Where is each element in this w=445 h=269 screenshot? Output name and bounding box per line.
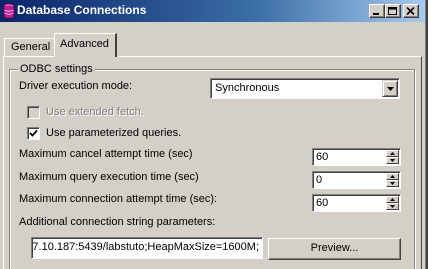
database-connections-dialog: Database Connections General Advanced OD…	[0, 0, 428, 269]
parameterized-queries-checkbox[interactable]	[27, 127, 40, 140]
extended-fetch-label: Use extended fetch.	[46, 106, 144, 118]
cancel-time-value: 60	[316, 151, 329, 163]
arrow-down-icon	[390, 159, 395, 162]
driver-mode-dropdown-button[interactable]	[382, 80, 398, 97]
additional-params-value: 7.10.187:5439/labstuto;HeapMaxSize=1600M…	[32, 241, 259, 253]
odbc-settings-title: ODBC settings	[18, 63, 95, 75]
parameterized-queries-label: Use parameterized queries.	[46, 127, 182, 139]
extended-fetch-checkbox[interactable]	[27, 106, 40, 119]
cancel-time-increment[interactable]	[386, 150, 399, 157]
maximize-icon	[388, 7, 397, 15]
query-time-value: 0	[316, 174, 323, 186]
preview-button-label: Preview...	[310, 242, 359, 254]
arrow-down-icon	[390, 182, 395, 185]
query-time-label: Maximum query execution time (sec)	[19, 171, 199, 183]
close-button[interactable]	[403, 4, 419, 18]
tab-advanced-label: Advanced	[60, 38, 109, 50]
query-time-decrement[interactable]	[386, 180, 399, 187]
minimize-icon	[373, 13, 379, 15]
arrow-down-icon	[390, 205, 395, 208]
tab-general[interactable]: General	[4, 38, 55, 56]
close-icon	[406, 7, 415, 16]
desktop-background	[428, 0, 445, 269]
cancel-time-spinner[interactable]: 60	[312, 148, 401, 166]
additional-params-input[interactable]: 7.10.187:5439/labstuto;HeapMaxSize=1600M…	[31, 237, 263, 259]
arrow-up-icon	[390, 198, 395, 201]
tab-general-label: General	[11, 41, 51, 53]
query-time-increment[interactable]	[386, 173, 399, 180]
window-title: Database Connections	[17, 3, 147, 17]
tab-advanced[interactable]: Advanced	[54, 33, 117, 57]
arrow-up-icon	[390, 175, 395, 178]
cancel-time-decrement[interactable]	[386, 157, 399, 164]
maximize-button[interactable]	[385, 4, 401, 18]
connection-time-label: Maximum connection attempt time (sec):	[19, 193, 218, 205]
connection-time-increment[interactable]	[386, 196, 399, 203]
arrow-up-icon	[390, 152, 395, 155]
query-time-spinner[interactable]: 0	[312, 171, 401, 189]
connection-time-value: 60	[316, 197, 329, 209]
connection-time-spinner[interactable]: 60	[312, 194, 401, 212]
preview-button[interactable]: Preview...	[268, 238, 401, 260]
minimize-button[interactable]	[369, 4, 385, 18]
driver-mode-label: Driver execution mode:	[19, 80, 133, 92]
database-icon	[3, 3, 15, 19]
checkmark-icon	[29, 129, 38, 137]
additional-params-label: Additional connection string parameters:	[19, 216, 216, 228]
connection-time-decrement[interactable]	[386, 203, 399, 210]
cancel-time-label: Maximum cancel attempt time (sec)	[19, 148, 193, 160]
chevron-down-icon	[387, 87, 394, 91]
driver-mode-value: Synchronous	[215, 82, 280, 94]
title-bar[interactable]: Database Connections	[0, 0, 425, 22]
driver-mode-select[interactable]: Synchronous	[210, 78, 400, 99]
